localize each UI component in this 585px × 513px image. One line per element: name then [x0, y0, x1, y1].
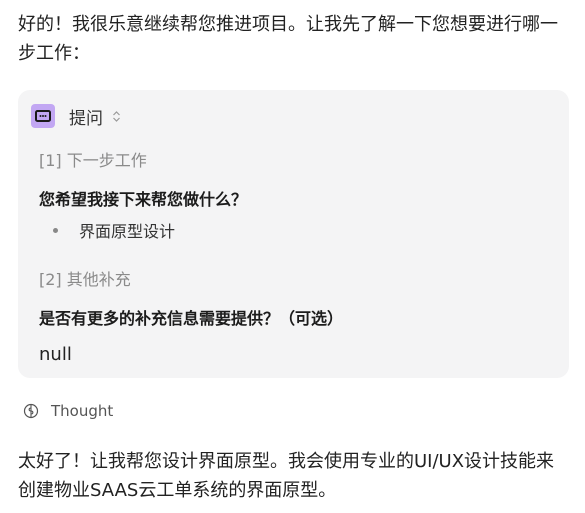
question-card: 提问 [1] 下一步工作 您希望我接下来帮您做什么？ 界面原型设计 [2] 其他…	[18, 90, 569, 378]
question-card-header[interactable]: 提问	[31, 104, 121, 129]
assistant-outro-message: 太好了！让我帮您设计界面原型。我会使用专业的UI/UX设计技能来创建物业SAAS…	[18, 451, 555, 501]
answer-item: 界面原型设计	[53, 218, 175, 242]
collapse-toggle-icon[interactable]	[112, 110, 121, 122]
bullet-icon	[53, 227, 58, 233]
thought-toggle[interactable]: Thought	[23, 402, 113, 420]
thought-label: Thought	[51, 402, 114, 420]
brain-icon	[23, 403, 39, 419]
section-label: [2] 其他补充	[39, 270, 131, 289]
question-text: 是否有更多的补充信息需要提供？（可选）	[39, 309, 344, 328]
section-label: [1] 下一步工作	[39, 151, 147, 170]
question-card-title: 提问	[69, 108, 103, 129]
assistant-intro-message: 好的！我很乐意继续帮您推进项目。让我先了解一下您想要进行哪一步工作：	[18, 14, 558, 64]
answer-value: null	[39, 344, 72, 365]
answer-text: 界面原型设计	[79, 222, 176, 241]
chat-bubble-icon	[31, 104, 55, 128]
question-text: 您希望我接下来帮您做什么？	[39, 190, 248, 209]
